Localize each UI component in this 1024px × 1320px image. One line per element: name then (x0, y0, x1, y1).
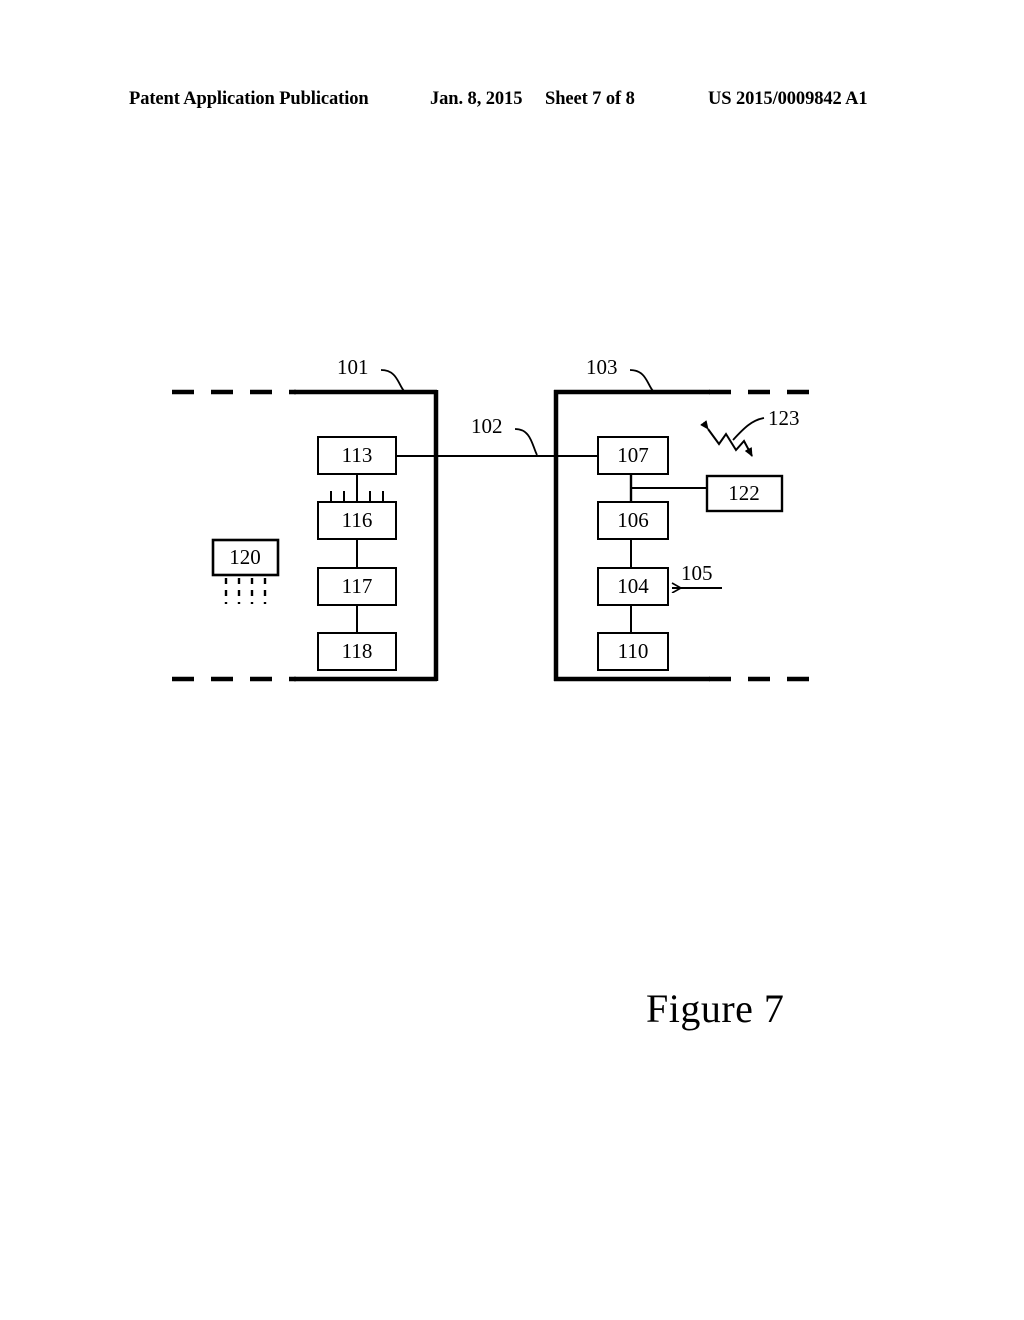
block-116: 116 (317, 501, 397, 540)
reference-label-103: 103 (586, 355, 618, 379)
block-120-label: 120 (229, 545, 261, 569)
leader-line-103 (629, 369, 654, 392)
block-104-label: 104 (617, 574, 649, 598)
leader-line-123 (732, 417, 765, 441)
block-117: 117 (317, 567, 397, 606)
block-107-label: 107 (617, 443, 649, 467)
figure-7-diagram: 101 113 116 117 118 120 102 103 107 122 … (172, 355, 823, 682)
leader-line-101 (380, 369, 405, 392)
reference-label-123: 123 (768, 406, 800, 430)
wireless-zigzag-path (700, 420, 753, 457)
wireless-signal-icon-123: 123 (700, 406, 800, 457)
block-104: 104 (597, 567, 669, 606)
block-113-label: 113 (342, 443, 373, 467)
block-120: 120 (211, 538, 280, 604)
block-113: 113 (317, 436, 397, 475)
leader-line-102 (514, 428, 538, 456)
input-arrow-105-group: 105 (672, 561, 722, 588)
block-110: 110 (597, 632, 669, 671)
reference-label-102: 102 (471, 414, 503, 438)
enclosure-101 (172, 389, 439, 682)
block-117-label: 117 (342, 574, 373, 598)
block-118-label: 118 (342, 639, 373, 663)
block-120-dashed-emission (224, 578, 267, 604)
reference-label-105: 105 (681, 561, 713, 585)
block-116-label: 116 (342, 508, 373, 532)
block-122-label: 122 (728, 481, 760, 505)
reference-label-102-group: 102 (471, 414, 538, 456)
block-107: 107 (597, 436, 669, 475)
enclosure-103 (553, 389, 823, 682)
reference-label-101: 101 (337, 355, 369, 379)
reference-label-103-group: 103 (586, 355, 654, 392)
block-110-label: 110 (618, 639, 649, 663)
block-118: 118 (317, 632, 397, 671)
block-122: 122 (705, 474, 784, 513)
block-106-label: 106 (617, 508, 649, 532)
reference-label-101-group: 101 (337, 355, 405, 392)
figure-caption: Figure 7 (646, 986, 785, 1031)
block-106: 106 (597, 501, 669, 540)
